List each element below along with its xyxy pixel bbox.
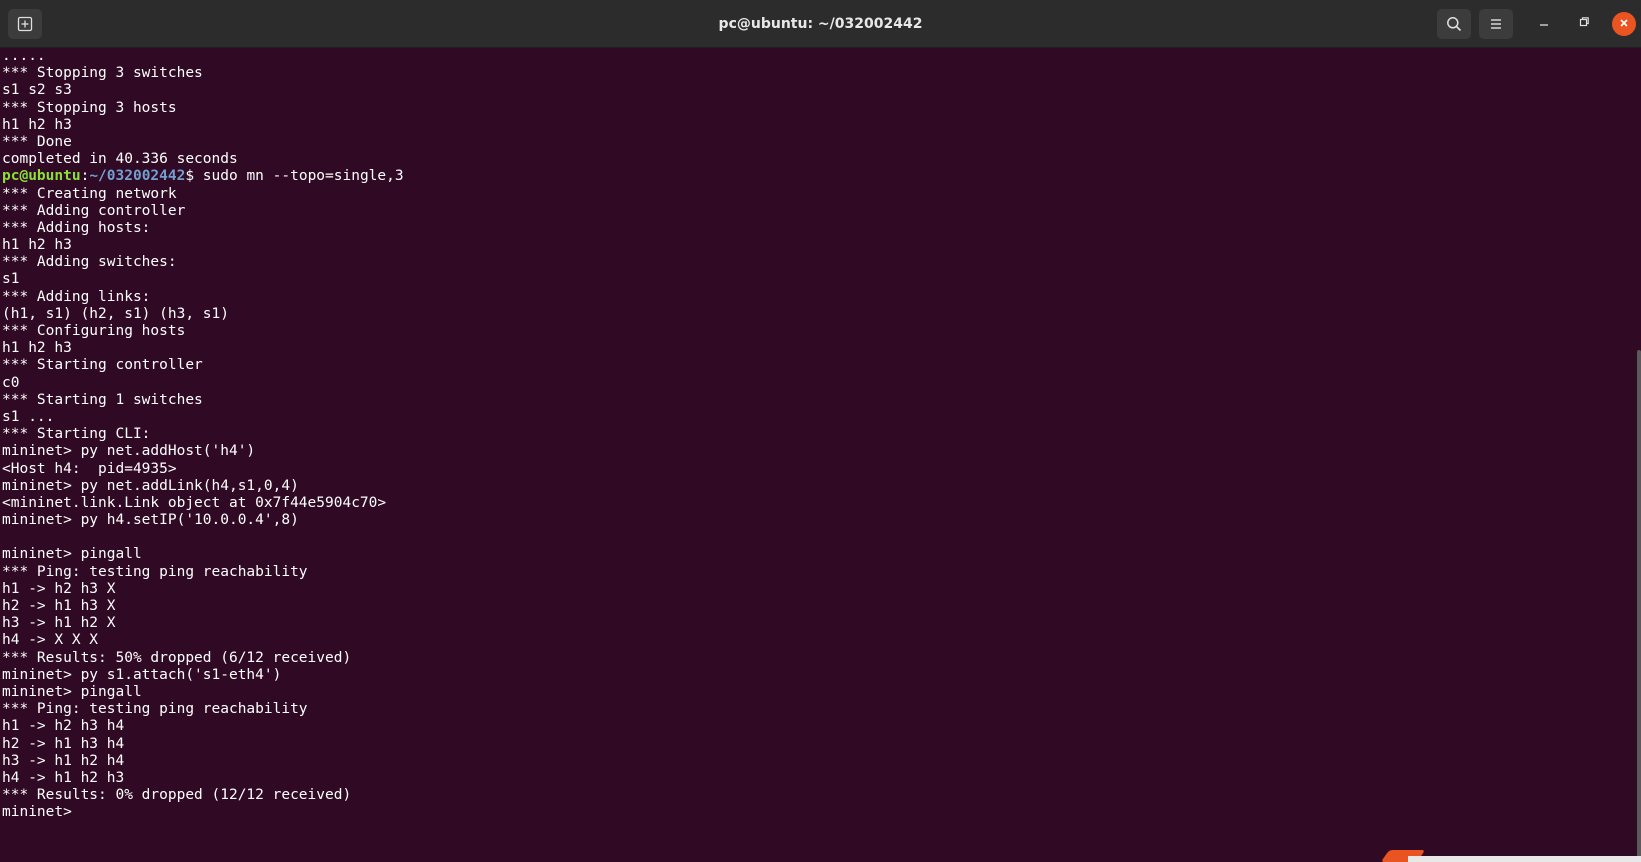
prompt-symbol: $ bbox=[185, 168, 195, 185]
prompt-command: sudo mn --topo=single,3 bbox=[194, 168, 404, 185]
terminal-line: h1 h2 h3 bbox=[2, 116, 72, 133]
terminal-output[interactable]: ..... *** Stopping 3 switches s1 s2 s3 *** … bbox=[2, 48, 1632, 862]
menu-button[interactable] bbox=[1479, 9, 1513, 39]
shell-prompt-line: pc@ubuntu:~/032002442$ sudo mn --topo=si… bbox=[2, 168, 1632, 185]
terminal-line: mininet> pingall bbox=[2, 546, 142, 563]
terminal-line: *** Ping: testing ping reachability bbox=[2, 701, 308, 718]
terminal-line: *** Done bbox=[2, 133, 72, 150]
prompt-user: pc@ubuntu bbox=[2, 168, 81, 185]
close-button[interactable] bbox=[1612, 12, 1636, 36]
terminal-line: h4 -> X X X bbox=[2, 632, 99, 649]
terminal-line: *** Adding hosts: bbox=[2, 219, 151, 236]
terminal-line: *** Adding controller bbox=[2, 202, 186, 219]
terminal-line: h3 -> h1 h2 h4 bbox=[2, 752, 125, 769]
terminal-line: s1 s2 s3 bbox=[2, 82, 72, 99]
terminal-line: (h1, s1) (h2, s1) (h3, s1) bbox=[2, 305, 229, 322]
minimize-button[interactable] bbox=[1532, 12, 1556, 36]
prompt-path: ~/032002442 bbox=[89, 168, 186, 185]
title-bar: pc@ubuntu: ~/032002442 bbox=[0, 0, 1641, 48]
terminal-line: h3 -> h1 h2 X bbox=[2, 615, 116, 632]
terminal-line: mininet> py net.addLink(h4,s1,0,4) bbox=[2, 477, 299, 494]
terminal-line: *** Configuring hosts bbox=[2, 323, 186, 339]
new-tab-icon bbox=[17, 16, 33, 32]
terminal-line: s1 bbox=[2, 271, 20, 288]
terminal-line: mininet> pingall bbox=[2, 683, 142, 700]
terminal-line: ..... bbox=[2, 48, 46, 64]
terminal-line: c0 bbox=[2, 374, 20, 391]
search-icon bbox=[1446, 16, 1462, 32]
terminal-line: <Host h4: pid=4935> bbox=[2, 460, 177, 477]
terminal-line: *** Stopping 3 hosts bbox=[2, 99, 177, 116]
terminal-line: *** Starting 1 switches bbox=[2, 391, 203, 408]
terminal-line: mininet> bbox=[2, 804, 81, 821]
terminal-line: <mininet.link.Link object at 0x7f44e5904… bbox=[2, 494, 387, 511]
maximize-button[interactable] bbox=[1572, 12, 1596, 36]
terminal-line: h1 -> h2 h3 h4 bbox=[2, 718, 125, 735]
close-icon bbox=[1619, 15, 1629, 33]
minimize-icon bbox=[1538, 15, 1550, 33]
terminal-line: h2 -> h1 h3 X bbox=[2, 598, 116, 614]
terminal-line: completed in 40.336 seconds bbox=[2, 151, 238, 168]
terminal-line: *** Results: 0% dropped (12/12 received) bbox=[2, 787, 352, 804]
terminal-line: *** Starting controller bbox=[2, 357, 203, 374]
terminal-line: *** Starting CLI: bbox=[2, 426, 151, 443]
terminal-line: h1 -> h2 h3 X bbox=[2, 580, 116, 597]
terminal-line: h1 h2 h3 bbox=[2, 237, 72, 254]
maximize-icon bbox=[1578, 15, 1590, 33]
terminal-line: *** Adding switches: bbox=[2, 254, 177, 271]
taskbar-strip bbox=[1408, 856, 1641, 862]
terminal-line: *** Results: 50% dropped (6/12 received) bbox=[2, 649, 352, 666]
terminal-line: *** Ping: testing ping reachability bbox=[2, 563, 308, 580]
prompt-separator: : bbox=[80, 168, 90, 185]
new-tab-button[interactable] bbox=[8, 9, 42, 39]
hamburger-menu-icon bbox=[1489, 17, 1503, 31]
terminal-line: h2 -> h1 h3 h4 bbox=[2, 735, 125, 752]
terminal-line: h1 h2 h3 bbox=[2, 340, 72, 357]
terminal-line: h4 -> h1 h2 h3 bbox=[2, 769, 125, 786]
terminal-line: s1 ... bbox=[2, 408, 55, 425]
terminal-line: *** Stopping 3 switches bbox=[2, 65, 203, 82]
terminal-line: mininet> py net.addHost('h4') bbox=[2, 443, 256, 460]
terminal-line: *** Adding links: bbox=[2, 288, 151, 305]
terminal-line: mininet> py s1.attach('s1-eth4') bbox=[2, 666, 282, 683]
window-title: pc@ubuntu: ~/032002442 bbox=[718, 16, 923, 32]
terminal-window: pc@ubuntu: ~/032002442 ..... *** Stoppin… bbox=[0, 0, 1641, 862]
terminal-line: mininet> py h4.setIP('10.0.0.4',8) bbox=[2, 512, 299, 529]
search-button[interactable] bbox=[1437, 9, 1471, 39]
terminal-line: *** Creating network bbox=[2, 185, 177, 202]
scrollbar[interactable] bbox=[1637, 350, 1641, 862]
